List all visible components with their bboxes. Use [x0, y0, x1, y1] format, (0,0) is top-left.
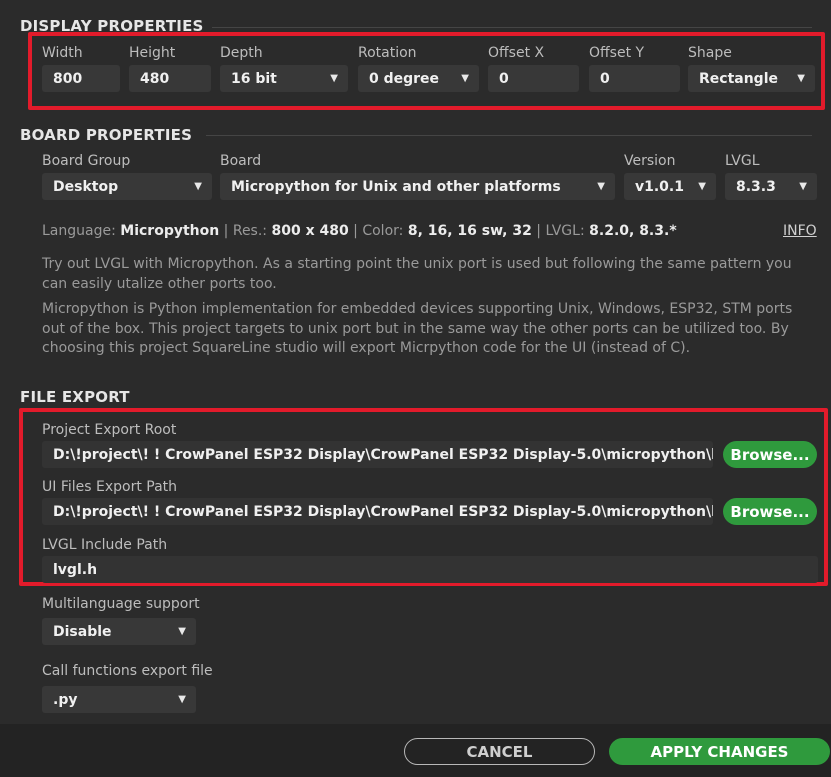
rotation-label: Rotation: [358, 45, 417, 61]
board-value: Micropython for Unix and other platforms: [231, 178, 561, 195]
caret-down-icon: ▼: [178, 626, 186, 637]
offset-y-value: 0: [600, 70, 610, 87]
lvgl-include-path-label: LVGL Include Path: [42, 537, 168, 553]
section-divider: [212, 27, 812, 28]
file-export-title: FILE EXPORT: [20, 388, 130, 406]
height-input[interactable]: 480: [129, 65, 211, 92]
caret-down-icon: ▼: [799, 181, 807, 192]
offset-y-label: Offset Y: [589, 45, 645, 61]
call-functions-dropdown[interactable]: .py ▼: [42, 686, 196, 713]
caret-down-icon: ▼: [330, 73, 338, 84]
depth-value: 16 bit: [231, 70, 277, 87]
offset-x-value: 0: [499, 70, 509, 87]
ui-files-export-path-label: UI Files Export Path: [42, 479, 178, 495]
project-export-root-input[interactable]: D:\!project\! ! CrowPanel ESP32 Display\…: [42, 441, 713, 468]
lvgl-info-label: LVGL:: [545, 223, 585, 239]
language-label: Language:: [42, 223, 116, 239]
offset-x-label: Offset X: [488, 45, 545, 61]
width-value: 800: [53, 70, 83, 87]
version-value: v1.0.1: [635, 178, 684, 195]
board-description-2: Micropython is Python implementation for…: [42, 301, 793, 356]
rotation-value: 0 degree: [369, 70, 440, 87]
board-label: Board: [220, 153, 262, 169]
shape-label: Shape: [688, 45, 732, 61]
browse-project-root-button[interactable]: Browse...: [723, 441, 817, 468]
browse-ui-files-button[interactable]: Browse...: [723, 498, 817, 525]
height-value: 480: [140, 70, 170, 87]
color-label: Color:: [362, 223, 404, 239]
ui-files-export-path-input[interactable]: D:\!project\! ! CrowPanel ESP32 Display\…: [42, 498, 713, 525]
board-group-value: Desktop: [53, 178, 119, 195]
lvgl-label: LVGL: [725, 153, 760, 169]
width-input[interactable]: 800: [42, 65, 120, 92]
language-value: Micropython: [120, 223, 220, 239]
lvgl-include-path-input[interactable]: lvgl.h: [42, 556, 818, 583]
board-description-1: Try out LVGL with Micropython. As a star…: [42, 256, 792, 292]
caret-down-icon: ▼: [698, 181, 706, 192]
call-functions-value: .py: [53, 691, 78, 708]
project-export-root-value: D:\!project\! ! CrowPanel ESP32 Display\…: [53, 446, 713, 463]
caret-down-icon: ▼: [597, 181, 605, 192]
color-value: 8, 16, 16 sw, 32: [407, 223, 532, 239]
lvgl-info-value: 8.2.0, 8.3.*: [589, 223, 677, 239]
res-label: Res.:: [232, 223, 268, 239]
multilanguage-label: Multilanguage support: [42, 596, 200, 612]
res-value: 800 x 480: [271, 223, 349, 239]
lvgl-dropdown[interactable]: 8.3.3 ▼: [725, 173, 817, 200]
caret-down-icon: ▼: [178, 694, 186, 705]
separator: |: [536, 223, 542, 239]
depth-label: Depth: [220, 45, 263, 61]
section-divider: [206, 135, 812, 136]
board-properties-title: BOARD PROPERTIES: [20, 126, 193, 144]
multilanguage-value: Disable: [53, 623, 112, 640]
lvgl-value: 8.3.3: [736, 178, 776, 195]
board-group-dropdown[interactable]: Desktop ▼: [42, 173, 212, 200]
width-label: Width: [42, 45, 83, 61]
caret-down-icon: ▼: [194, 181, 202, 192]
info-link[interactable]: INFO: [783, 223, 817, 239]
project-export-root-label: Project Export Root: [42, 422, 177, 438]
board-info-line: Language: Micropython | Res.: 800 x 480 …: [42, 223, 677, 239]
offset-y-input[interactable]: 0: [589, 65, 680, 92]
version-label: Version: [624, 153, 676, 169]
rotation-dropdown[interactable]: 0 degree ▼: [358, 65, 479, 92]
height-label: Height: [129, 45, 176, 61]
shape-value: Rectangle: [699, 70, 778, 87]
offset-x-input[interactable]: 0: [488, 65, 579, 92]
shape-dropdown[interactable]: Rectangle ▼: [688, 65, 815, 92]
version-dropdown[interactable]: v1.0.1 ▼: [624, 173, 716, 200]
board-dropdown[interactable]: Micropython for Unix and other platforms…: [220, 173, 615, 200]
board-group-label: Board Group: [42, 153, 131, 169]
call-functions-label: Call functions export file: [42, 663, 213, 679]
apply-changes-button[interactable]: APPLY CHANGES: [609, 738, 830, 765]
ui-files-export-path-value: D:\!project\! ! CrowPanel ESP32 Display\…: [53, 503, 713, 520]
caret-down-icon: ▼: [461, 73, 469, 84]
caret-down-icon: ▼: [797, 73, 805, 84]
cancel-button[interactable]: CANCEL: [404, 738, 595, 765]
separator: |: [223, 223, 229, 239]
separator: |: [353, 223, 358, 239]
multilanguage-dropdown[interactable]: Disable ▼: [42, 618, 196, 645]
lvgl-include-path-value: lvgl.h: [53, 561, 98, 578]
depth-dropdown[interactable]: 16 bit ▼: [220, 65, 348, 92]
